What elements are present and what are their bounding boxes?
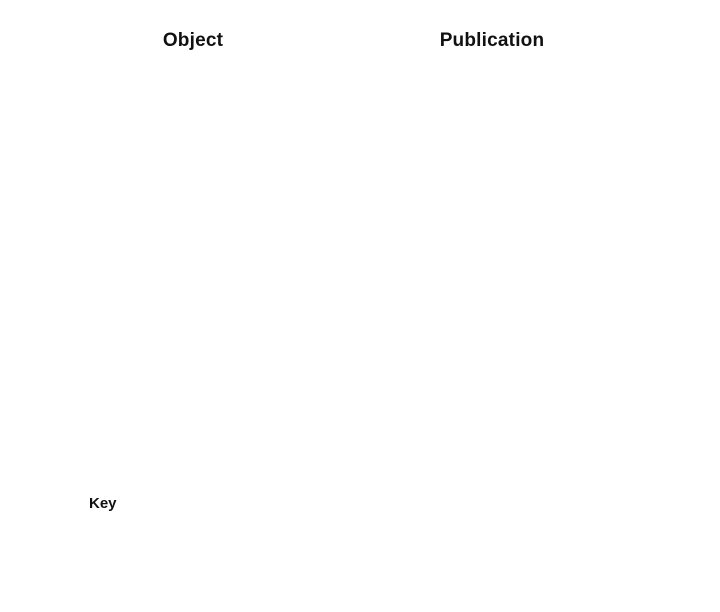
column-title-publication: Publication — [439, 30, 545, 51]
key-heading: Key — [89, 495, 117, 512]
column-title-object: Object — [162, 30, 224, 51]
